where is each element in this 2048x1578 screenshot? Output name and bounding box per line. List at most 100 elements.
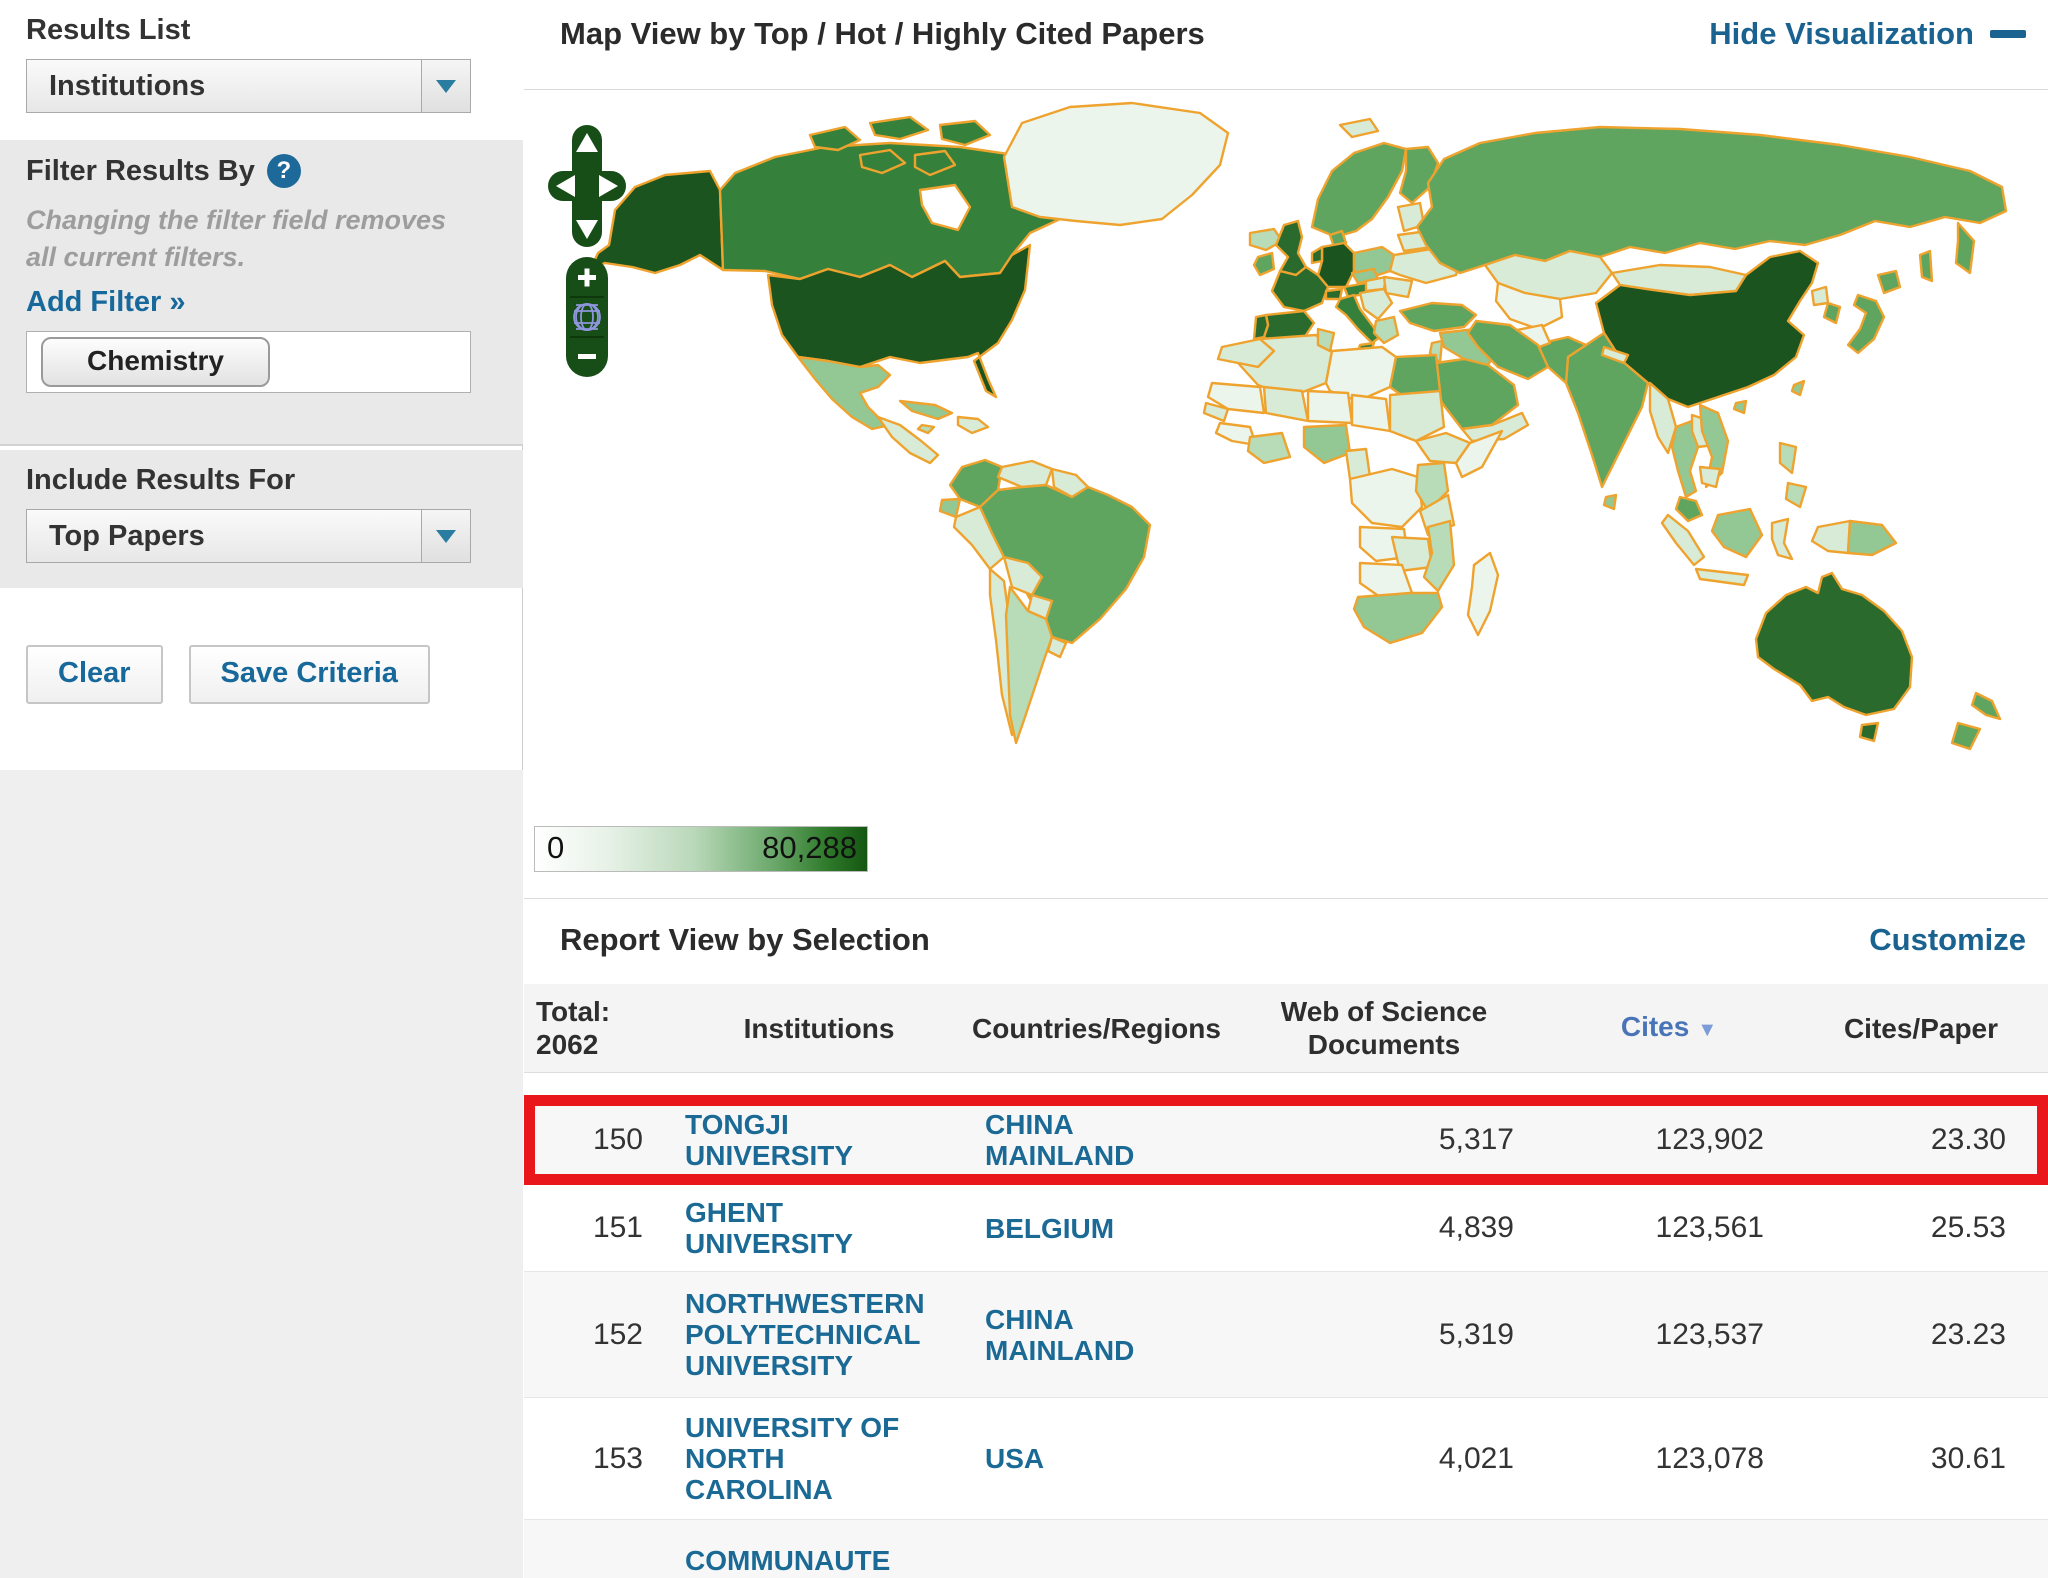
borneo[interactable] xyxy=(1712,509,1762,557)
hide-visualization-link[interactable]: Hide Visualization xyxy=(1709,16,2026,52)
country-sri-lanka[interactable] xyxy=(1604,495,1616,509)
country-chad[interactable] xyxy=(1352,395,1390,431)
country-japan[interactable] xyxy=(1848,295,1884,353)
results-list-select-arrow[interactable] xyxy=(421,60,470,112)
country-venezuela[interactable] xyxy=(998,461,1052,487)
sulawesi[interactable] xyxy=(1772,519,1792,559)
institution-link[interactable]: COMMUNAUTE UNIVERSITE GRENOBLE ALPES xyxy=(669,1545,925,1578)
docs-cell: 5,319 xyxy=(1224,1318,1544,1352)
docs-cell: 4,839 xyxy=(1224,1211,1544,1245)
country-cambodia[interactable] xyxy=(1700,467,1720,487)
country-new-zealand[interactable] xyxy=(1972,693,2000,719)
country-mexico[interactable] xyxy=(798,357,890,429)
country-new-zealand[interactable] xyxy=(1952,723,1980,749)
country-ecuador[interactable] xyxy=(940,499,960,517)
country-benelux[interactable] xyxy=(1312,247,1322,263)
institution-link[interactable]: UNIVERSITY OF NORTH CAROLINA xyxy=(669,1412,925,1505)
include-results-selected-value: Top Papers xyxy=(27,520,421,553)
country-cuba[interactable] xyxy=(900,401,952,419)
country-sudan[interactable] xyxy=(1390,391,1444,441)
esi-application-window: Results List Institutions Filter Results… xyxy=(0,0,2048,1578)
country-link[interactable]: USA xyxy=(969,1443,1225,1474)
namibia-botswana[interactable] xyxy=(1360,563,1412,597)
country-australia[interactable] xyxy=(1756,573,1912,715)
country-link[interactable]: BELGIUM xyxy=(969,1213,1225,1244)
active-filter-box: Chemistry xyxy=(26,331,471,393)
country-switzerland[interactable] xyxy=(1326,289,1342,299)
cites-cell: 123,902 xyxy=(1544,1123,1794,1157)
java[interactable] xyxy=(1696,569,1748,585)
ghana-ivory-coast[interactable] xyxy=(1248,433,1290,463)
country-link[interactable]: CHINA MAINLAND xyxy=(969,1304,1225,1366)
sidebar-footer xyxy=(0,770,523,1578)
filter-chip-chemistry[interactable]: Chemistry xyxy=(41,337,270,387)
clear-button[interactable]: Clear xyxy=(26,645,163,704)
country-madagascar[interactable] xyxy=(1468,553,1498,635)
table-row-150[interactable]: 150 TONGJI UNIVERSITY CHINA MAINLAND 5,3… xyxy=(524,1095,2048,1185)
help-icon[interactable]: ? xyxy=(267,154,301,188)
map-zoom-control[interactable] xyxy=(566,257,608,377)
central-america[interactable] xyxy=(878,417,938,463)
column-header-documents[interactable]: Web of Science Documents xyxy=(1224,995,1544,1061)
country-south-korea[interactable] xyxy=(1824,303,1840,323)
country-uk[interactable] xyxy=(1276,221,1306,275)
svalbard[interactable] xyxy=(1340,119,1378,137)
sakhalin[interactable] xyxy=(1920,251,1932,281)
country-taiwan[interactable] xyxy=(1792,381,1804,395)
hainan[interactable] xyxy=(1734,401,1746,413)
country-jamaica[interactable] xyxy=(918,425,934,433)
column-header-countries[interactable]: Countries/Regions xyxy=(969,1012,1224,1045)
country-south-africa[interactable] xyxy=(1354,593,1442,643)
country-malaysia[interactable] xyxy=(1676,497,1702,521)
country-north-korea[interactable] xyxy=(1812,287,1828,305)
country-japan[interactable] xyxy=(1878,271,1900,293)
include-results-select[interactable]: Top Papers xyxy=(26,509,471,563)
sidebar-buttons: Clear Save Criteria xyxy=(26,645,430,704)
map-pan-control[interactable] xyxy=(548,125,626,247)
country-philippines[interactable] xyxy=(1786,483,1806,507)
country-hispaniola[interactable] xyxy=(958,417,988,433)
country-philippines[interactable] xyxy=(1780,443,1796,473)
table-row-154[interactable]: 154 COMMUNAUTE UNIVERSITE GRENOBLE ALPES… xyxy=(524,1520,2048,1578)
country-nigeria[interactable] xyxy=(1304,425,1350,463)
country-greenland[interactable] xyxy=(1004,103,1228,225)
country-mali[interactable] xyxy=(1264,387,1308,421)
country-link[interactable]: CHINA MAINLAND xyxy=(969,1109,1225,1171)
column-header-cites-per-paper[interactable]: Cites/Paper xyxy=(1794,1012,2048,1045)
cites-cell: 123,561 xyxy=(1544,1211,1794,1245)
tasmania[interactable] xyxy=(1860,723,1878,741)
table-row-152[interactable]: 152 NORTHWESTERN POLYTECHNICAL UNIVERSIT… xyxy=(524,1272,2048,1398)
arctic-islands[interactable] xyxy=(940,121,990,145)
results-list-select[interactable]: Institutions xyxy=(26,59,471,113)
country-papua-new-guinea[interactable] xyxy=(1848,521,1896,555)
institution-link[interactable]: NORTHWESTERN POLYTECHNICAL UNIVERSITY xyxy=(669,1288,925,1381)
docs-cell: 5,317 xyxy=(1224,1123,1544,1157)
arctic-islands[interactable] xyxy=(870,117,928,139)
include-results-section: Include Results For Top Papers xyxy=(0,450,523,588)
country-drc[interactable] xyxy=(1350,469,1422,527)
institution-link[interactable]: TONGJI UNIVERSITY xyxy=(669,1109,925,1171)
customize-link[interactable]: Customize xyxy=(1869,922,2026,958)
column-header-cites[interactable]: Cites▼ xyxy=(1544,1010,1794,1047)
cites-per-paper-cell: 25.53 xyxy=(1794,1211,2048,1245)
country-russia[interactable] xyxy=(1417,127,2006,273)
rank-cell: 150 xyxy=(524,1123,669,1157)
results-list-section: Results List Institutions xyxy=(0,0,523,140)
institution-link[interactable]: GHENT UNIVERSITY xyxy=(669,1197,925,1259)
country-turkey[interactable] xyxy=(1400,303,1476,331)
add-filter-link[interactable]: Add Filter » xyxy=(26,286,523,319)
sumatra[interactable] xyxy=(1662,515,1704,565)
save-criteria-button[interactable]: Save Criteria xyxy=(189,645,430,704)
country-ireland[interactable] xyxy=(1254,253,1274,275)
country-norway-sweden[interactable] xyxy=(1312,143,1406,237)
country-romania[interactable] xyxy=(1384,277,1412,297)
table-row-153[interactable]: 153 UNIVERSITY OF NORTH CAROLINA USA 4,0… xyxy=(524,1398,2048,1520)
sidebar: Results List Institutions Filter Results… xyxy=(0,0,523,1578)
table-row-151[interactable]: 151 GHENT UNIVERSITY BELGIUM 4,839 123,5… xyxy=(524,1185,2048,1272)
total-count: Total: 2062 xyxy=(524,995,669,1061)
country-niger[interactable] xyxy=(1308,391,1352,423)
west-papua[interactable] xyxy=(1812,521,1850,553)
kamchatka[interactable] xyxy=(1956,223,1974,273)
include-results-select-arrow[interactable] xyxy=(421,510,470,562)
column-header-institutions[interactable]: Institutions xyxy=(669,1012,969,1045)
